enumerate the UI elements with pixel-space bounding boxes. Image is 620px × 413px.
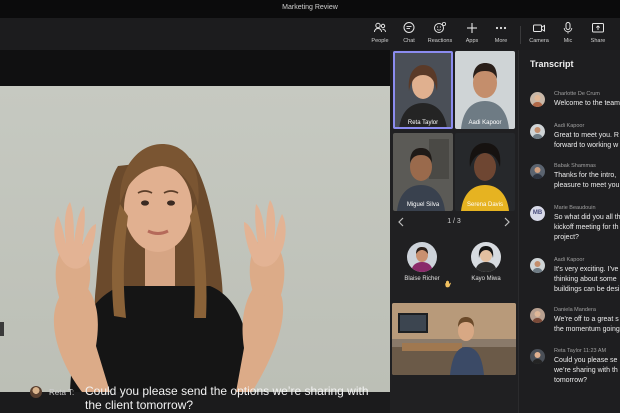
- participant-name: Miguel Silva: [406, 202, 440, 208]
- caption-speaker-name: Reta T:: [49, 388, 75, 397]
- raised-hand-icon: [445, 280, 451, 288]
- mic-button[interactable]: Mic: [553, 21, 583, 49]
- plus-icon: [467, 23, 477, 33]
- transcript-speaker: Aadi Kapoor: [554, 123, 585, 129]
- mic-label: Mic: [563, 38, 573, 44]
- transcript-panel: Transcript Charlotte De Crum Welcome to …: [518, 50, 620, 413]
- transcript-message: We’re off to a great s the momentum goin…: [554, 316, 620, 333]
- share-button[interactable]: Share: [583, 21, 613, 49]
- page-indicator: 1 / 3: [447, 218, 461, 225]
- featured-video[interactable]: [0, 86, 390, 392]
- audio-only-participants: Blaise Richer Kayo Miwa: [390, 236, 518, 296]
- participant-tile[interactable]: Aadi Kapoor: [455, 51, 515, 129]
- participant-tile[interactable]: Reta Taylor: [393, 51, 453, 129]
- participant-avatar-item[interactable]: Kayo Miwa: [462, 242, 510, 282]
- camera-icon: [533, 24, 545, 32]
- transcript-title: Transcript: [530, 59, 574, 69]
- apps-button[interactable]: Apps: [457, 21, 487, 49]
- transcript-message: Thanks for the intro, pleasure to meet y…: [554, 172, 620, 189]
- initials-avatar: MB: [530, 206, 545, 221]
- reactions-icon: [434, 21, 446, 33]
- avatar: [530, 349, 545, 364]
- chat-button[interactable]: Chat: [394, 21, 424, 49]
- signer-figure: [53, 144, 286, 392]
- transcript-speaker: Charlotte De Crum: [554, 91, 600, 97]
- grid-pager: 1 / 3: [390, 214, 518, 230]
- avatar: [407, 242, 437, 272]
- avatar: [530, 258, 545, 273]
- reactions-button[interactable]: Reactions: [425, 21, 455, 49]
- transcript-speaker: Reta Taylor 11:23 AM: [554, 348, 607, 354]
- video-edge-handle: [0, 322, 4, 336]
- meeting-room-video[interactable]: [392, 303, 516, 375]
- participant-name: Reta Taylor: [407, 120, 439, 126]
- transcript-entry: Reta Taylor 11:23 AM Could you please se…: [519, 347, 620, 401]
- chat-label: Chat: [403, 38, 415, 44]
- title-bar: Marketing Review: [0, 0, 620, 18]
- more-label: More: [494, 38, 508, 44]
- more-icon: [495, 26, 507, 30]
- transcript-entry: MB Marie Beaudouin So what did you all t…: [519, 204, 620, 246]
- participant-portrait: [393, 51, 453, 129]
- live-caption-text: Could you please send the options we’re …: [85, 384, 369, 412]
- transcript-message: So what did you all th kickoff meeting f…: [554, 214, 620, 241]
- camera-button[interactable]: Camera: [524, 21, 554, 49]
- participant-portrait: [393, 133, 453, 211]
- transcript-entry: Aadi Kapoor Great to meet you. R forward…: [519, 122, 620, 164]
- meeting-room-scene: [392, 303, 516, 375]
- transcript-message: Could you please se we’re sharing with t…: [554, 357, 618, 384]
- avatar: [530, 164, 545, 179]
- people-button[interactable]: People: [365, 21, 395, 49]
- meeting-toolbar: People Chat Reactions Apps More Camera M…: [0, 18, 620, 50]
- apps-label: Apps: [465, 38, 479, 44]
- caption-speaker-avatar: [30, 386, 42, 398]
- transcript-entry: Daniela Mandera We’re off to a great s t…: [519, 306, 620, 348]
- people-label: People: [371, 38, 389, 44]
- participant-portrait: [455, 133, 515, 211]
- avatar: [471, 242, 501, 272]
- participant-name: Serena Davis: [466, 202, 504, 208]
- participant-name: Aadi Kapoor: [468, 120, 502, 126]
- camera-label: Camera: [529, 38, 549, 44]
- transcript-speaker: Marie Beaudouin: [554, 205, 596, 211]
- chat-icon: [403, 22, 415, 33]
- transcript-speaker: Aadi Kapoor: [554, 257, 585, 263]
- participant-tile[interactable]: Miguel Silva: [393, 133, 453, 211]
- transcript-speaker: Babak Shammas: [554, 163, 596, 169]
- avatar: [530, 308, 545, 323]
- reactions-label: Reactions: [427, 38, 453, 44]
- transcript-message: Welcome to the team: [554, 100, 620, 107]
- avatar: [530, 92, 545, 107]
- share-label: Share: [590, 38, 606, 44]
- participant-tile[interactable]: Serena Davis: [455, 133, 515, 211]
- main-stage: [0, 50, 390, 413]
- meeting-title: Marketing Review: [282, 4, 338, 11]
- transcript-message: Great to meet you. R forward to working …: [554, 132, 619, 149]
- transcript-speaker: Daniela Mandera: [554, 307, 596, 313]
- participant-portrait: [455, 51, 515, 129]
- participant-name: Kayo Miwa: [471, 276, 501, 282]
- transcript-entry: Aadi Kapoor It’s very exciting. I’ve thi…: [519, 256, 620, 298]
- share-icon: [592, 23, 604, 33]
- transcript-message: It’s very exciting. I’ve thinking about …: [554, 266, 620, 293]
- chevron-right-icon[interactable]: [502, 216, 512, 228]
- mic-icon: [563, 22, 573, 34]
- people-icon: [374, 22, 386, 33]
- participant-name: Blaise Richer: [404, 276, 440, 282]
- participant-avatar-item[interactable]: Blaise Richer: [398, 242, 446, 282]
- more-button[interactable]: More: [486, 21, 516, 49]
- avatar: [530, 124, 545, 139]
- toolbar-divider: [520, 26, 521, 44]
- transcript-entry: Babak Shammas Thanks for the intro, plea…: [519, 162, 620, 204]
